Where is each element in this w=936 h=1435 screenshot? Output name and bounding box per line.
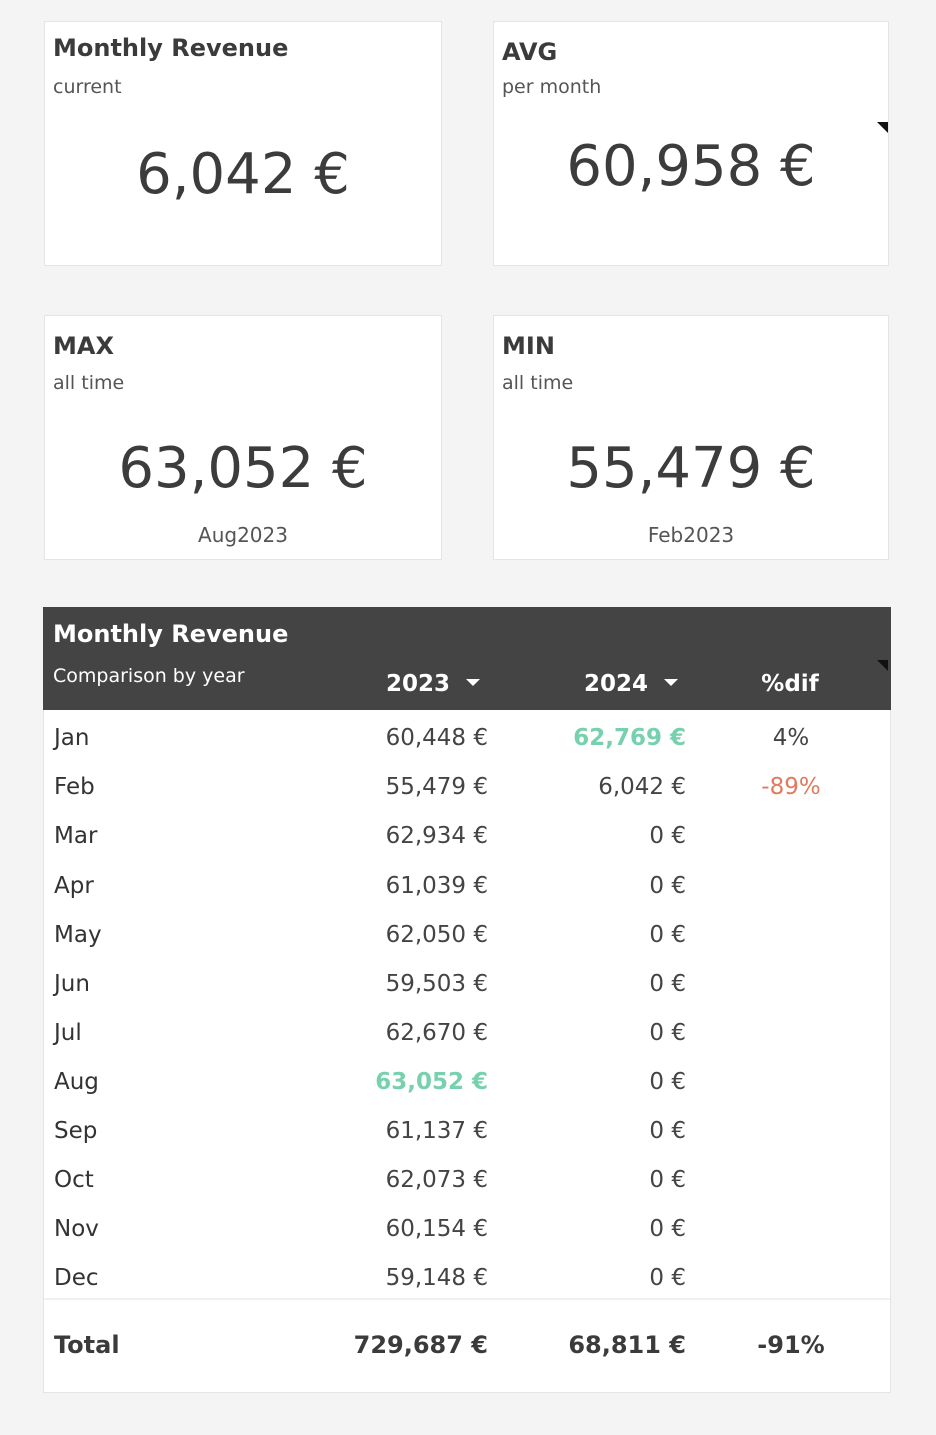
column-header-label: 2023: [386, 671, 451, 697]
month-cell: Feb: [54, 774, 95, 800]
table-subtitle: Comparison by year: [53, 665, 245, 687]
card-subtitle: all time: [53, 372, 125, 394]
column-header-2024[interactable]: 2024: [584, 671, 679, 697]
card-period: Aug2023: [198, 523, 288, 547]
month-cell: Nov: [54, 1216, 99, 1242]
table-row: Jun 59,503 € 0 €: [44, 960, 892, 1009]
value-2023-cell: 60,448 €: [385, 725, 488, 751]
total-2023-cell: 729,687 €: [353, 1331, 488, 1359]
total-label: Total: [54, 1331, 120, 1359]
table-row: Sep 61,137 € 0 €: [44, 1107, 892, 1156]
column-header-dif[interactable]: %dif: [740, 671, 840, 697]
value-2024-cell: 0 €: [649, 873, 686, 899]
dif-cell: -89%: [761, 774, 821, 800]
month-cell: May: [54, 922, 102, 948]
value-2024-cell: 0 €: [649, 1216, 686, 1242]
month-cell: Mar: [54, 823, 98, 849]
value-2024-cell: 0 €: [649, 823, 686, 849]
month-cell: Dec: [54, 1265, 99, 1291]
table-row: Jan 60,448 € 62,769 € 4%: [44, 714, 892, 763]
value-2023-cell: 62,670 €: [385, 1020, 488, 1046]
table-row: Jul 62,670 € 0 €: [44, 1009, 892, 1058]
column-header-label: %dif: [761, 671, 819, 697]
card-value: 55,479 €: [566, 436, 816, 501]
value-2023-cell: 61,137 €: [385, 1118, 488, 1144]
column-header-label: 2024: [584, 671, 649, 697]
table-row: Feb 55,479 € 6,042 € -89%: [44, 763, 892, 812]
month-cell: Sep: [54, 1118, 98, 1144]
card-subtitle: per month: [502, 76, 602, 98]
kpi-card-min: MIN all time 55,479 € Feb2023: [493, 315, 889, 560]
card-title: Monthly Revenue: [53, 34, 289, 62]
total-row: Total 729,687 € 68,811 € -91%: [44, 1320, 892, 1370]
table-row: Aug 63,052 € 0 €: [44, 1058, 892, 1107]
table-row: Nov 60,154 € 0 €: [44, 1205, 892, 1254]
total-dif-cell: -91%: [757, 1331, 825, 1359]
value-2024-cell: 0 €: [649, 971, 686, 997]
table-row: May 62,050 € 0 €: [44, 911, 892, 960]
value-2024-cell: 0 €: [649, 922, 686, 948]
card-title: MAX: [53, 332, 114, 360]
value-2023-cell: 55,479 €: [385, 774, 488, 800]
month-cell: Aug: [54, 1069, 99, 1095]
total-2024-cell: 68,811 €: [568, 1331, 686, 1359]
sort-caret-icon: [664, 679, 679, 686]
table-header: Monthly Revenue Comparison by year 2023 …: [43, 607, 891, 710]
column-header-2023[interactable]: 2023: [386, 671, 481, 697]
table-row: Dec 59,148 € 0 €: [44, 1254, 892, 1303]
value-2024-cell: 0 €: [649, 1069, 686, 1095]
value-2024-cell: 0 €: [649, 1167, 686, 1193]
table-row: Oct 62,073 € 0 €: [44, 1156, 892, 1205]
card-value: 63,052 €: [118, 436, 368, 501]
month-cell: Jun: [54, 971, 90, 997]
value-2023-cell: 62,934 €: [385, 823, 488, 849]
corner-menu-icon[interactable]: [877, 660, 888, 671]
total-divider: [44, 1298, 890, 1300]
value-2024-cell: 62,769 €: [573, 725, 686, 751]
sort-caret-icon: [466, 679, 481, 686]
card-title: MIN: [502, 332, 555, 360]
value-2024-cell: 0 €: [649, 1118, 686, 1144]
value-2024-cell: 6,042 €: [598, 774, 686, 800]
card-value: 6,042 €: [136, 142, 350, 207]
card-subtitle: all time: [502, 372, 574, 394]
value-2023-cell: 59,503 €: [385, 971, 488, 997]
corner-menu-icon[interactable]: [877, 122, 888, 133]
table-row: Mar 62,934 € 0 €: [44, 812, 892, 861]
value-2023-cell: 60,154 €: [385, 1216, 488, 1242]
value-2023-cell: 63,052 €: [375, 1069, 488, 1095]
value-2023-cell: 61,039 €: [385, 873, 488, 899]
value-2024-cell: 0 €: [649, 1265, 686, 1291]
table-title: Monthly Revenue: [53, 620, 289, 648]
value-2023-cell: 59,148 €: [385, 1265, 488, 1291]
month-cell: Apr: [54, 873, 94, 899]
revenue-comparison-table: Monthly Revenue Comparison by year 2023 …: [43, 607, 891, 1393]
card-period: Feb2023: [647, 523, 735, 547]
month-cell: Jan: [54, 725, 90, 751]
month-cell: Oct: [54, 1167, 94, 1193]
kpi-card-current: Monthly Revenue current 6,042 €: [44, 21, 442, 266]
card-subtitle: current: [53, 76, 122, 98]
table-row: Apr 61,039 € 0 €: [44, 862, 892, 911]
kpi-card-avg: AVG per month 60,958 €: [493, 21, 889, 266]
value-2023-cell: 62,050 €: [385, 922, 488, 948]
value-2024-cell: 0 €: [649, 1020, 686, 1046]
dif-cell: 4%: [772, 725, 810, 751]
month-cell: Jul: [54, 1020, 82, 1046]
kpi-card-max: MAX all time 63,052 € Aug2023: [44, 315, 442, 560]
card-title: AVG: [502, 38, 558, 66]
value-2023-cell: 62,073 €: [385, 1167, 488, 1193]
card-value: 60,958 €: [566, 134, 816, 199]
